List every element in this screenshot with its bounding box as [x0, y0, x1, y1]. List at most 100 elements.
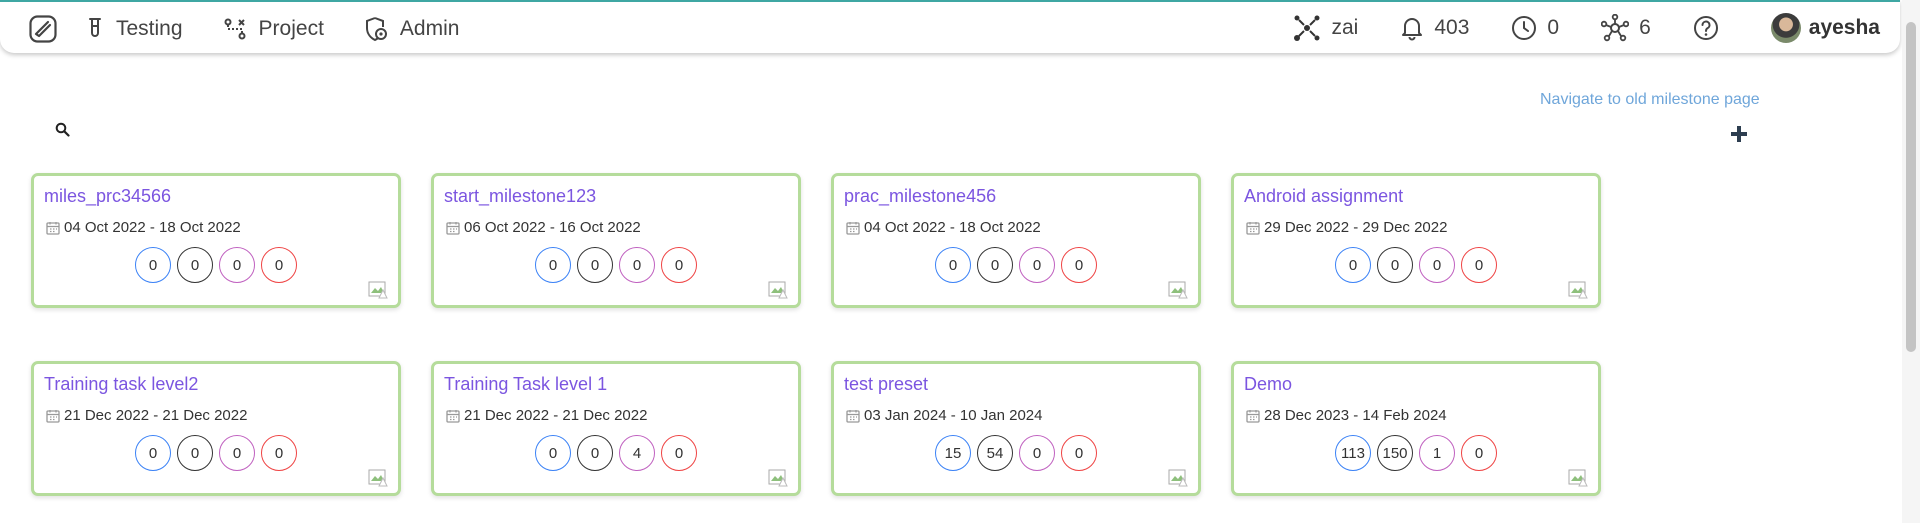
count-circle: 0 — [661, 247, 697, 283]
nav-testing[interactable]: Testing — [86, 17, 183, 41]
help-icon — [1693, 16, 1718, 40]
milestone-counts: 113 150 1 0 — [1234, 435, 1598, 471]
milestone-card[interactable]: Android assignment 29 Dec 2022 - 29 Dec … — [1231, 173, 1601, 308]
milestone-card[interactable]: Training Task level 1 21 Dec 2022 - 21 D… — [431, 361, 801, 496]
milestone-card[interactable]: Demo 28 Dec 2023 - 14 Feb 2024 113 150 1… — [1231, 361, 1601, 496]
milestone-card[interactable]: miles_prc34566 04 Oct 2022 - 18 Oct 2022… — [31, 173, 401, 308]
flask-icon — [89, 18, 101, 37]
count-circle: 0 — [1019, 435, 1055, 471]
milestone-date-range: 29 Dec 2022 - 29 Dec 2022 — [1264, 219, 1448, 236]
pending-button[interactable]: 0 — [1511, 15, 1559, 41]
count-circle: 0 — [261, 435, 297, 471]
milestone-date-range: 21 Dec 2022 - 21 Dec 2022 — [464, 407, 648, 424]
count-circle: 0 — [577, 435, 613, 471]
count-circle: 0 — [1061, 247, 1097, 283]
integrations-button[interactable]: 6 — [1601, 14, 1651, 42]
nav-admin-label: Admin — [399, 17, 460, 40]
milestone-card[interactable]: prac_milestone456 04 Oct 2022 - 18 Oct 2… — [831, 173, 1201, 308]
search-icon[interactable] — [55, 122, 70, 142]
milestone-counts: 0 0 0 0 — [34, 247, 398, 283]
milestone-date-range: 06 Oct 2022 - 16 Oct 2022 — [464, 219, 641, 236]
broken-image-icon — [368, 469, 388, 487]
milestone-title[interactable]: Training task level2 — [44, 374, 198, 395]
milestone-dates: 21 Dec 2022 - 21 Dec 2022 — [46, 407, 247, 424]
count-circle: 0 — [1377, 247, 1413, 283]
count-circle: 0 — [977, 247, 1013, 283]
help-button[interactable] — [1693, 15, 1729, 41]
milestone-title[interactable]: miles_prc34566 — [44, 186, 171, 207]
count-circle: 0 — [1019, 247, 1055, 283]
notifications-count: 403 — [1434, 16, 1470, 39]
milestone-title[interactable]: Training Task level 1 — [444, 374, 607, 395]
old-milestone-page-link[interactable]: Navigate to old milestone page — [1540, 91, 1760, 109]
app-logo-icon[interactable] — [28, 14, 58, 44]
username: ayesha — [1808, 16, 1880, 39]
count-circle: 150 — [1377, 435, 1413, 471]
count-circle: 0 — [619, 247, 655, 283]
calendar-icon — [846, 409, 860, 423]
milestone-card[interactable]: test preset 03 Jan 2024 - 10 Jan 2024 15… — [831, 361, 1201, 496]
broken-image-icon — [768, 281, 788, 299]
broken-image-icon — [768, 469, 788, 487]
nav-left: Testing Project Admin — [28, 14, 499, 44]
calendar-icon — [46, 221, 60, 235]
user-menu[interactable]: ayesha — [1770, 13, 1880, 43]
broken-image-icon — [368, 281, 388, 299]
calendar-icon — [1246, 221, 1260, 235]
milestone-title[interactable]: test preset — [844, 374, 928, 395]
milestone-card[interactable]: Training task level2 21 Dec 2022 - 21 De… — [31, 361, 401, 496]
count-circle: 0 — [1335, 247, 1371, 283]
milestone-date-range: 04 Oct 2022 - 18 Oct 2022 — [64, 219, 241, 236]
milestone-dates: 04 Oct 2022 - 18 Oct 2022 — [46, 219, 241, 236]
count-circle: 0 — [219, 435, 255, 471]
count-circle: 0 — [535, 247, 571, 283]
bell-icon — [1402, 18, 1423, 41]
count-circle: 0 — [177, 247, 213, 283]
workspace-switcher[interactable]: zai — [1293, 14, 1358, 42]
page-scrollbar[interactable] — [1902, 0, 1920, 523]
milestone-title[interactable]: prac_milestone456 — [844, 186, 996, 207]
shield-settings-icon — [365, 17, 387, 42]
broken-image-icon — [1168, 469, 1188, 487]
count-circle: 0 — [1461, 435, 1497, 471]
nav-admin[interactable]: Admin — [364, 16, 460, 42]
integrations-count: 6 — [1639, 16, 1651, 39]
count-circle: 0 — [535, 435, 571, 471]
count-circle: 54 — [977, 435, 1013, 471]
nav-project[interactable]: Project — [223, 17, 324, 41]
count-circle: 0 — [661, 435, 697, 471]
nav-right: zai 403 0 6 ayesha — [1251, 12, 1880, 44]
nav-testing-label: Testing — [116, 17, 183, 40]
milestone-dates: 03 Jan 2024 - 10 Jan 2024 — [846, 407, 1042, 424]
network-icon — [1294, 15, 1320, 41]
broken-image-icon — [1568, 281, 1588, 299]
milestone-dates: 04 Oct 2022 - 18 Oct 2022 — [846, 219, 1041, 236]
count-circle: 0 — [219, 247, 255, 283]
milestone-dates: 28 Dec 2023 - 14 Feb 2024 — [1246, 407, 1447, 424]
calendar-icon — [446, 409, 460, 423]
count-circle: 4 — [619, 435, 655, 471]
milestone-counts: 0 0 4 0 — [434, 435, 798, 471]
add-milestone-button[interactable] — [1729, 124, 1749, 149]
count-circle: 0 — [577, 247, 613, 283]
count-circle: 0 — [261, 247, 297, 283]
count-circle: 0 — [1061, 435, 1097, 471]
count-circle: 113 — [1335, 435, 1371, 471]
count-circle: 0 — [135, 247, 171, 283]
milestone-card[interactable]: start_milestone123 06 Oct 2022 - 16 Oct … — [431, 173, 801, 308]
milestone-date-range: 28 Dec 2023 - 14 Feb 2024 — [1264, 407, 1447, 424]
milestone-title[interactable]: Demo — [1244, 374, 1292, 395]
milestone-dates: 29 Dec 2022 - 29 Dec 2022 — [1246, 219, 1447, 236]
notifications-button[interactable]: 403 — [1400, 15, 1469, 41]
milestone-title[interactable]: Android assignment — [1244, 186, 1403, 207]
clock-icon — [1512, 16, 1537, 40]
broken-image-icon — [1168, 281, 1188, 299]
calendar-icon — [846, 221, 860, 235]
count-circle: 1 — [1419, 435, 1455, 471]
milestone-counts: 0 0 0 0 — [434, 247, 798, 283]
milestone-title[interactable]: start_milestone123 — [444, 186, 596, 207]
project-flow-icon — [224, 18, 246, 40]
scrollbar-thumb[interactable] — [1906, 22, 1916, 352]
plus-icon — [1731, 126, 1747, 142]
milestone-counts: 0 0 0 0 — [834, 247, 1198, 283]
